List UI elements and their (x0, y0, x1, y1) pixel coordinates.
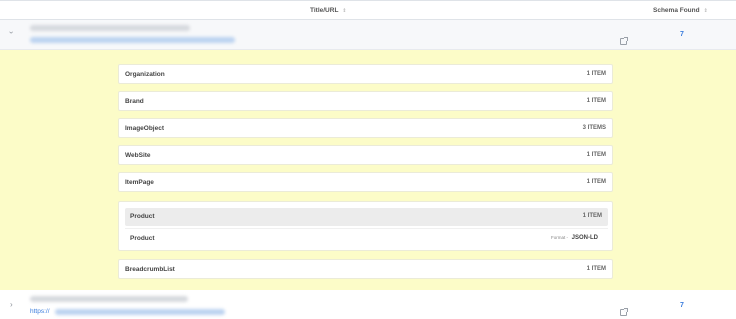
schema-found-column-header[interactable]: Schema Found ⇕ (653, 7, 708, 14)
schema-name: WebSite (125, 152, 151, 159)
schema-name: ImageObject (125, 125, 165, 132)
schema-name: ItemPage (125, 179, 154, 186)
chevron-down-icon[interactable]: › (7, 31, 16, 34)
redacted-url[interactable] (30, 37, 235, 43)
external-link-icon[interactable] (620, 308, 628, 316)
schema-card[interactable]: BreadcrumbList 1 ITEM (118, 259, 613, 279)
schema-item-count: 1 ITEM (586, 266, 606, 272)
schema-card[interactable]: WebSite 1 ITEM (118, 145, 613, 165)
schema-card[interactable]: Brand 1 ITEM (118, 91, 613, 111)
table-header: Title/URL ⇕ Schema Found ⇕ (0, 0, 736, 20)
chevron-right-icon[interactable]: › (10, 300, 13, 309)
product-schema-card: Product 1 ITEM Product Format - JSON-LD (118, 201, 613, 251)
schema-name: BreadcrumbList (125, 266, 175, 273)
redacted-url[interactable] (55, 309, 225, 315)
page-url-link[interactable]: https:// (30, 308, 50, 315)
redacted-title (30, 25, 190, 31)
redacted-title (30, 296, 188, 302)
schema-card[interactable]: ImageObject 3 ITEMS (118, 118, 613, 138)
schema-card[interactable]: Organization 1 ITEM (118, 64, 613, 84)
schema-card[interactable]: ItemPage 1 ITEM (118, 172, 613, 192)
schema-item-name: Product (130, 235, 155, 242)
sort-icon[interactable]: ⇕ (704, 8, 708, 14)
schema-item-count: 1 ITEM (586, 179, 606, 185)
product-schema-header[interactable]: Product 1 ITEM (125, 208, 608, 226)
schema-name: Product (130, 213, 155, 220)
schema-count[interactable]: 7 (680, 302, 684, 309)
table-row[interactable]: › 7 (0, 20, 736, 50)
title-url-column-header[interactable]: Title/URL ⇕ (310, 7, 347, 14)
schema-item-count: 1 ITEM (586, 71, 606, 77)
schema-name: Brand (125, 98, 144, 105)
schema-item-count: 3 ITEMS (582, 125, 606, 131)
schema-name: Organization (125, 71, 165, 78)
schema-found-label: Schema Found (653, 7, 700, 14)
external-link-icon[interactable] (620, 37, 628, 45)
schema-item-count: 1 ITEM (586, 152, 606, 158)
format-label: Format - (550, 235, 568, 240)
table-row[interactable]: › https:// 7 (0, 290, 736, 319)
schema-count[interactable]: 7 (680, 31, 684, 38)
schema-details-panel: Organization 1 ITEM Brand 1 ITEM ImageOb… (0, 50, 736, 290)
schema-format: Format - JSON-LD (551, 235, 598, 241)
schema-item-count: 1 ITEM (582, 213, 602, 219)
sort-icon[interactable]: ⇕ (342, 8, 346, 14)
format-value: JSON-LD (571, 235, 598, 241)
product-schema-item[interactable]: Product Format - JSON-LD (125, 228, 608, 246)
title-url-label: Title/URL (310, 7, 339, 14)
schema-item-count: 1 ITEM (586, 98, 606, 104)
